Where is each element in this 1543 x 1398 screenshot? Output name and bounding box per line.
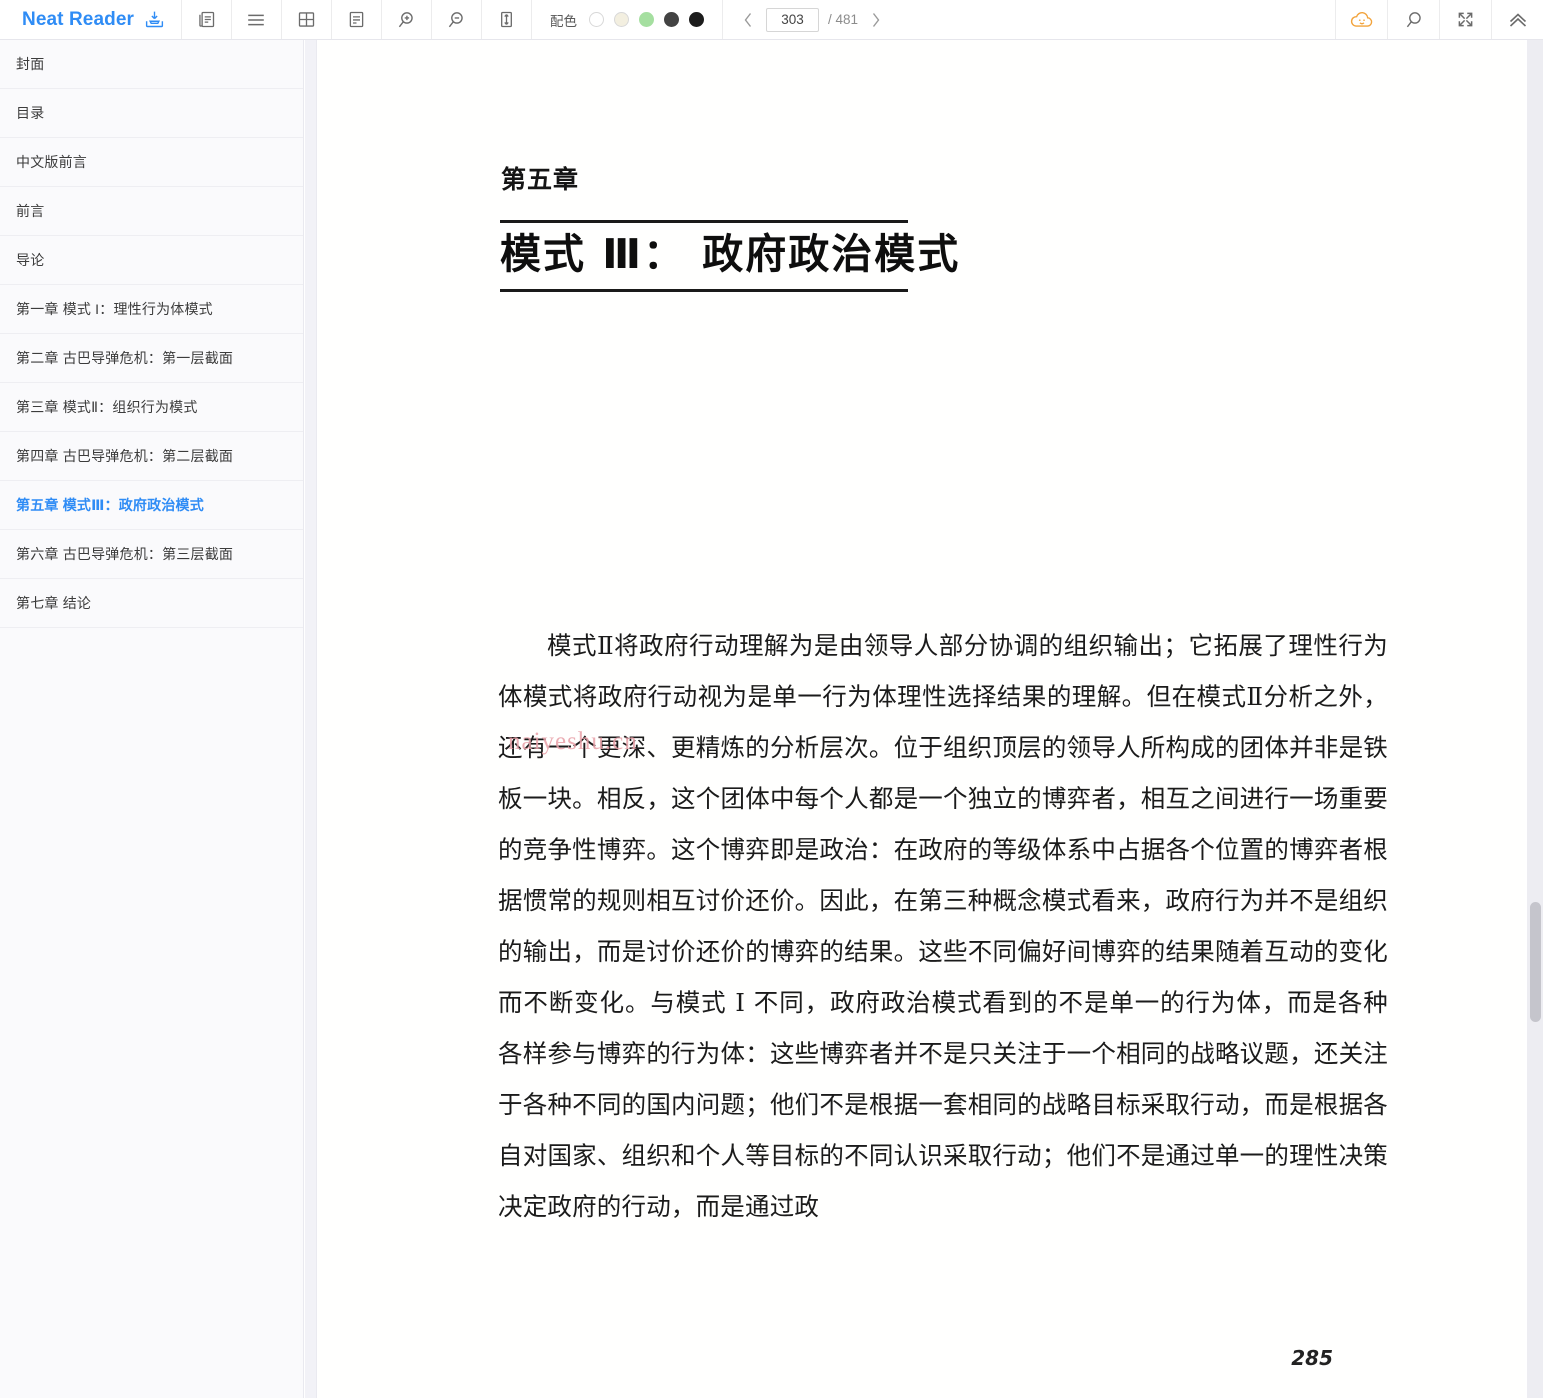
collapse-toolbar-icon bbox=[1506, 8, 1530, 32]
notes-icon bbox=[346, 9, 367, 30]
scheme-gray-swatch[interactable] bbox=[663, 12, 679, 27]
vertical-scrollbar-thumb[interactable] bbox=[1530, 902, 1541, 1022]
page-title: 模式 Ⅲ： 政府政治模式 bbox=[500, 230, 961, 278]
cloud-sync-icon bbox=[1349, 9, 1375, 31]
book-page: 第五章 模式 Ⅲ： 政府政治模式 模式Ⅱ将政府行动理解为是由领导人部分协调的组织… bbox=[318, 40, 1525, 1398]
cloud-sync-button[interactable] bbox=[1335, 0, 1387, 39]
sidebar-item-chapter-1[interactable]: 第一章 模式 I：理性行为体模式 bbox=[0, 285, 303, 334]
sidebar-item-chapter-2[interactable]: 第二章 古巴导弹危机：第一层截面 bbox=[0, 334, 303, 383]
fullscreen-icon bbox=[1455, 9, 1476, 30]
sidebar-item-chinese-preface[interactable]: 中文版前言 bbox=[0, 138, 303, 187]
sidebar-item-chapter-7[interactable]: 第七章 结论 bbox=[0, 579, 303, 628]
zoom-out-icon bbox=[445, 9, 467, 31]
sidebar-item-chapter-3[interactable]: 第三章 模式Ⅱ：组织行为模式 bbox=[0, 383, 303, 432]
reader-viewport: 第五章 模式 Ⅲ： 政府政治模式 模式Ⅱ将政府行动理解为是由领导人部分协调的组织… bbox=[318, 40, 1543, 1398]
prev-page-button[interactable] bbox=[739, 9, 757, 31]
printed-page-number: 285 bbox=[1291, 1346, 1333, 1370]
toc-list: 封面 目录 中文版前言 前言 导论 第一章 模式 I：理性行为体模式 第二章 古… bbox=[0, 40, 303, 628]
grid-view-button[interactable] bbox=[280, 0, 331, 39]
app-title: Neat Reader bbox=[22, 8, 134, 30]
two-page-view-icon bbox=[196, 9, 217, 30]
color-scheme-group: 配色 bbox=[530, 0, 722, 39]
toc-sidebar: 封面 目录 中文版前言 前言 导论 第一章 模式 I：理性行为体模式 第二章 古… bbox=[0, 40, 304, 1398]
scheme-green-swatch[interactable] bbox=[638, 12, 654, 27]
fit-height-button[interactable] bbox=[480, 0, 531, 39]
color-scheme-label: 配色 bbox=[549, 13, 577, 29]
vertical-scrollbar-track[interactable] bbox=[1527, 40, 1543, 1398]
zoom-in-button[interactable] bbox=[380, 0, 431, 39]
toc-menu-button[interactable] bbox=[230, 0, 281, 39]
scheme-white-swatch[interactable] bbox=[588, 12, 604, 27]
next-page-button[interactable] bbox=[867, 9, 885, 31]
collapse-toolbar-button[interactable] bbox=[1491, 0, 1543, 39]
toc-menu-icon bbox=[245, 9, 267, 31]
fit-height-icon bbox=[496, 9, 517, 30]
search-icon bbox=[1403, 9, 1425, 31]
fullscreen-button[interactable] bbox=[1439, 0, 1491, 39]
app-logo[interactable]: Neat Reader bbox=[0, 0, 181, 39]
two-page-view-button[interactable] bbox=[180, 0, 231, 39]
pager-group: 303 / 481 bbox=[721, 0, 901, 39]
sidebar-gutter bbox=[305, 40, 317, 1398]
save-to-library-icon[interactable] bbox=[144, 9, 165, 30]
page-number-input[interactable]: 303 bbox=[765, 7, 819, 32]
chapter-title-block: 模式 Ⅲ： 政府政治模式 bbox=[500, 220, 961, 292]
search-button[interactable] bbox=[1387, 0, 1439, 39]
total-pages-label: / 481 bbox=[827, 12, 859, 27]
grid-view-icon bbox=[296, 9, 317, 30]
top-toolbar: Neat Reader 配色 303 / 481 bbox=[0, 0, 1543, 40]
scheme-black-swatch[interactable] bbox=[688, 12, 704, 27]
sidebar-item-chapter-5[interactable]: 第五章 模式Ⅲ：政府政治模式 bbox=[0, 481, 303, 530]
sidebar-item-contents[interactable]: 目录 bbox=[0, 89, 303, 138]
zoom-in-icon bbox=[395, 9, 417, 31]
notes-button[interactable] bbox=[330, 0, 381, 39]
sidebar-item-cover[interactable]: 封面 bbox=[0, 40, 303, 89]
sidebar-item-preface[interactable]: 前言 bbox=[0, 187, 303, 236]
scheme-cream-swatch[interactable] bbox=[613, 12, 629, 27]
zoom-out-button[interactable] bbox=[430, 0, 481, 39]
sidebar-item-introduction[interactable]: 导论 bbox=[0, 236, 303, 285]
body-paragraph: 模式Ⅱ将政府行动理解为是由领导人部分协调的组织输出；它拓展了理性行为体模式将政府… bbox=[498, 631, 1388, 1221]
sidebar-item-chapter-4[interactable]: 第四章 古巴导弹危机：第二层截面 bbox=[0, 432, 303, 481]
chapter-label: 第五章 bbox=[501, 165, 580, 194]
sidebar-item-chapter-6[interactable]: 第六章 古巴导弹危机：第三层截面 bbox=[0, 530, 303, 579]
